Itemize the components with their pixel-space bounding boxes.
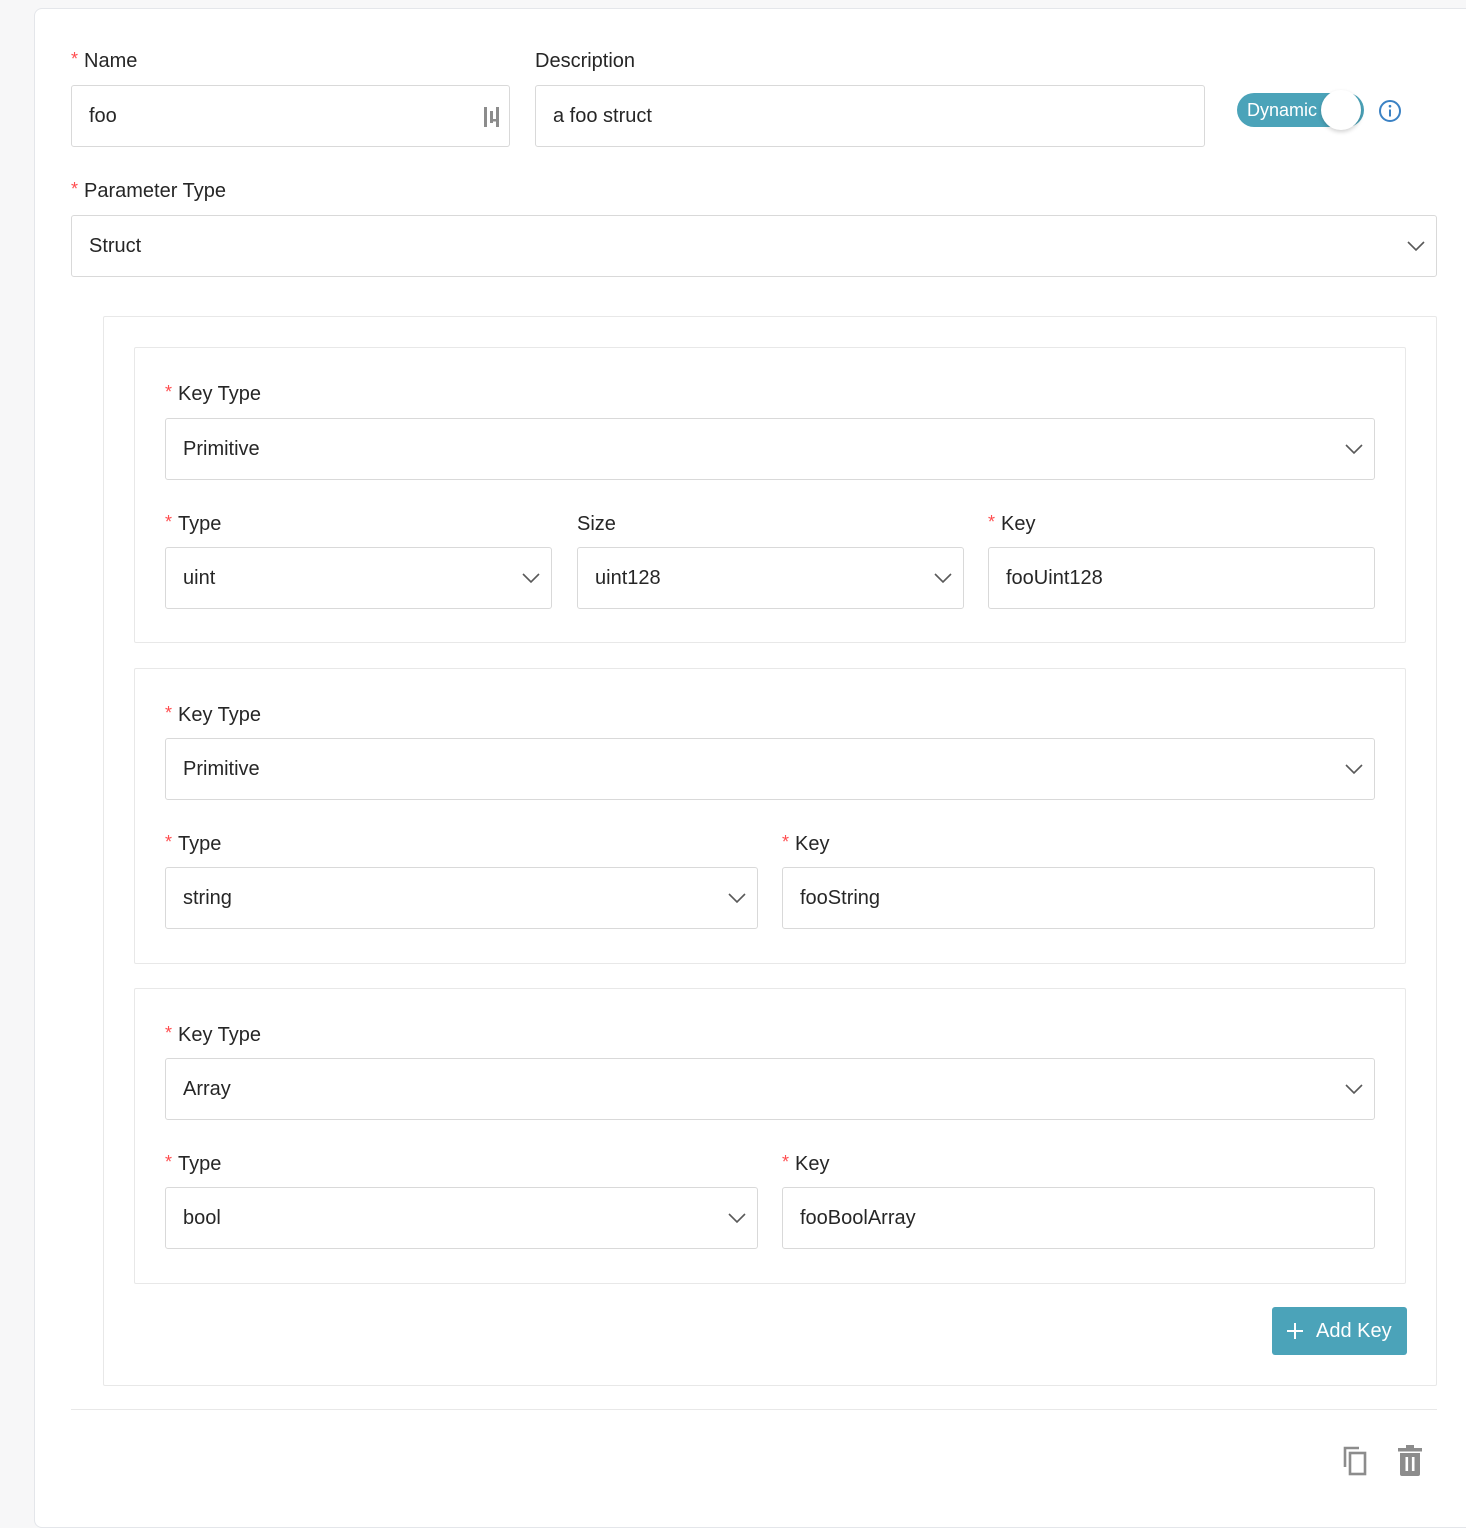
key-type-label: * Key Type [165, 703, 261, 727]
required-mark: * [165, 1023, 173, 1043]
key-input[interactable]: fooBoolArray [782, 1187, 1375, 1249]
parameter-type-value: Struct [89, 235, 142, 257]
size-select[interactable]: uint128 [577, 547, 964, 609]
trash-icon[interactable] [1397, 1445, 1423, 1477]
key-type-select[interactable]: Primitive [165, 738, 1375, 800]
size-label: Size [577, 513, 616, 535]
key-type-value: Primitive [183, 758, 260, 780]
variable-icon[interactable] [483, 105, 501, 129]
info-icon[interactable] [1378, 99, 1402, 123]
key-type-label-text: Key Type [178, 704, 262, 726]
key-label: * Key [988, 512, 1035, 536]
key-type-label-text: Key Type [178, 1024, 262, 1046]
description-value: a foo struct [553, 105, 652, 127]
name-label-text: Name [84, 50, 138, 72]
add-key-button[interactable]: Add Key [1272, 1307, 1407, 1355]
type-select[interactable]: uint [165, 547, 552, 609]
dynamic-toggle-label: Dynamic [1247, 100, 1318, 120]
description-input[interactable]: a foo struct [535, 85, 1205, 147]
required-mark: * [782, 832, 790, 852]
type-label: * Type [165, 1152, 221, 1176]
key-type-select[interactable]: Primitive [165, 418, 1375, 480]
chevron-down-icon [522, 573, 540, 584]
type-label-text: Type [178, 513, 222, 535]
chevron-down-icon [934, 573, 952, 584]
key-type-value: Primitive [183, 438, 260, 460]
required-mark: * [165, 703, 173, 723]
chevron-down-icon [1345, 1084, 1363, 1095]
key-input[interactable]: fooString [782, 867, 1375, 929]
key-label-text: Key [795, 1153, 830, 1175]
parameter-type-label: * Parameter Type [71, 179, 226, 203]
add-key-label: Add Key [1316, 1320, 1392, 1342]
key-value: fooBoolArray [800, 1207, 916, 1229]
key-label-text: Key [795, 833, 830, 855]
name-label: * Name [71, 49, 137, 73]
required-mark: * [165, 382, 173, 402]
copy-icon[interactable] [1341, 1445, 1369, 1477]
key-type-label-text: Key Type [178, 383, 262, 405]
key-type-label: * Key Type [165, 382, 261, 406]
parameter-card: * Name foo Description a foo struct Dynam… [34, 8, 1466, 1528]
required-mark: * [165, 512, 173, 532]
type-label-text: Type [178, 1153, 222, 1175]
required-mark: * [71, 49, 79, 69]
footer-divider [71, 1409, 1437, 1410]
type-label: * Type [165, 512, 221, 536]
chevron-down-icon [1345, 764, 1363, 775]
plus-icon [1287, 1323, 1303, 1339]
required-mark: * [165, 1152, 173, 1172]
parameter-type-label-text: Parameter Type [84, 180, 226, 202]
key-value: fooString [800, 887, 881, 909]
required-mark: * [71, 179, 79, 199]
key-label: * Key [782, 832, 829, 856]
type-value: uint [183, 567, 216, 589]
dynamic-toggle[interactable]: Dynamic [1237, 90, 1364, 130]
key-value: fooUint128 [1006, 567, 1103, 589]
chevron-down-icon [728, 1213, 746, 1224]
key-type-select[interactable]: Array [165, 1058, 1375, 1120]
type-select[interactable]: bool [165, 1187, 758, 1249]
type-value: bool [183, 1207, 221, 1229]
name-value: foo [89, 105, 117, 127]
chevron-down-icon [1407, 241, 1425, 252]
type-label-text: Type [178, 833, 222, 855]
parameter-type-select[interactable]: Struct [71, 215, 1437, 277]
key-input[interactable]: fooUint128 [988, 547, 1375, 609]
type-value: string [183, 887, 232, 909]
required-mark: * [988, 512, 996, 532]
key-label-text: Key [1001, 513, 1036, 535]
key-type-label: * Key Type [165, 1023, 261, 1047]
key-label: * Key [782, 1152, 829, 1176]
toggle-knob [1321, 90, 1361, 130]
required-mark: * [165, 832, 173, 852]
type-select[interactable]: string [165, 867, 758, 929]
key-type-value: Array [183, 1078, 231, 1100]
chevron-down-icon [1345, 444, 1363, 455]
size-value: uint128 [595, 567, 661, 589]
description-label: Description [535, 50, 636, 72]
required-mark: * [782, 1152, 790, 1172]
name-input[interactable]: foo [71, 85, 510, 147]
type-label: * Type [165, 832, 221, 856]
chevron-down-icon [728, 893, 746, 904]
